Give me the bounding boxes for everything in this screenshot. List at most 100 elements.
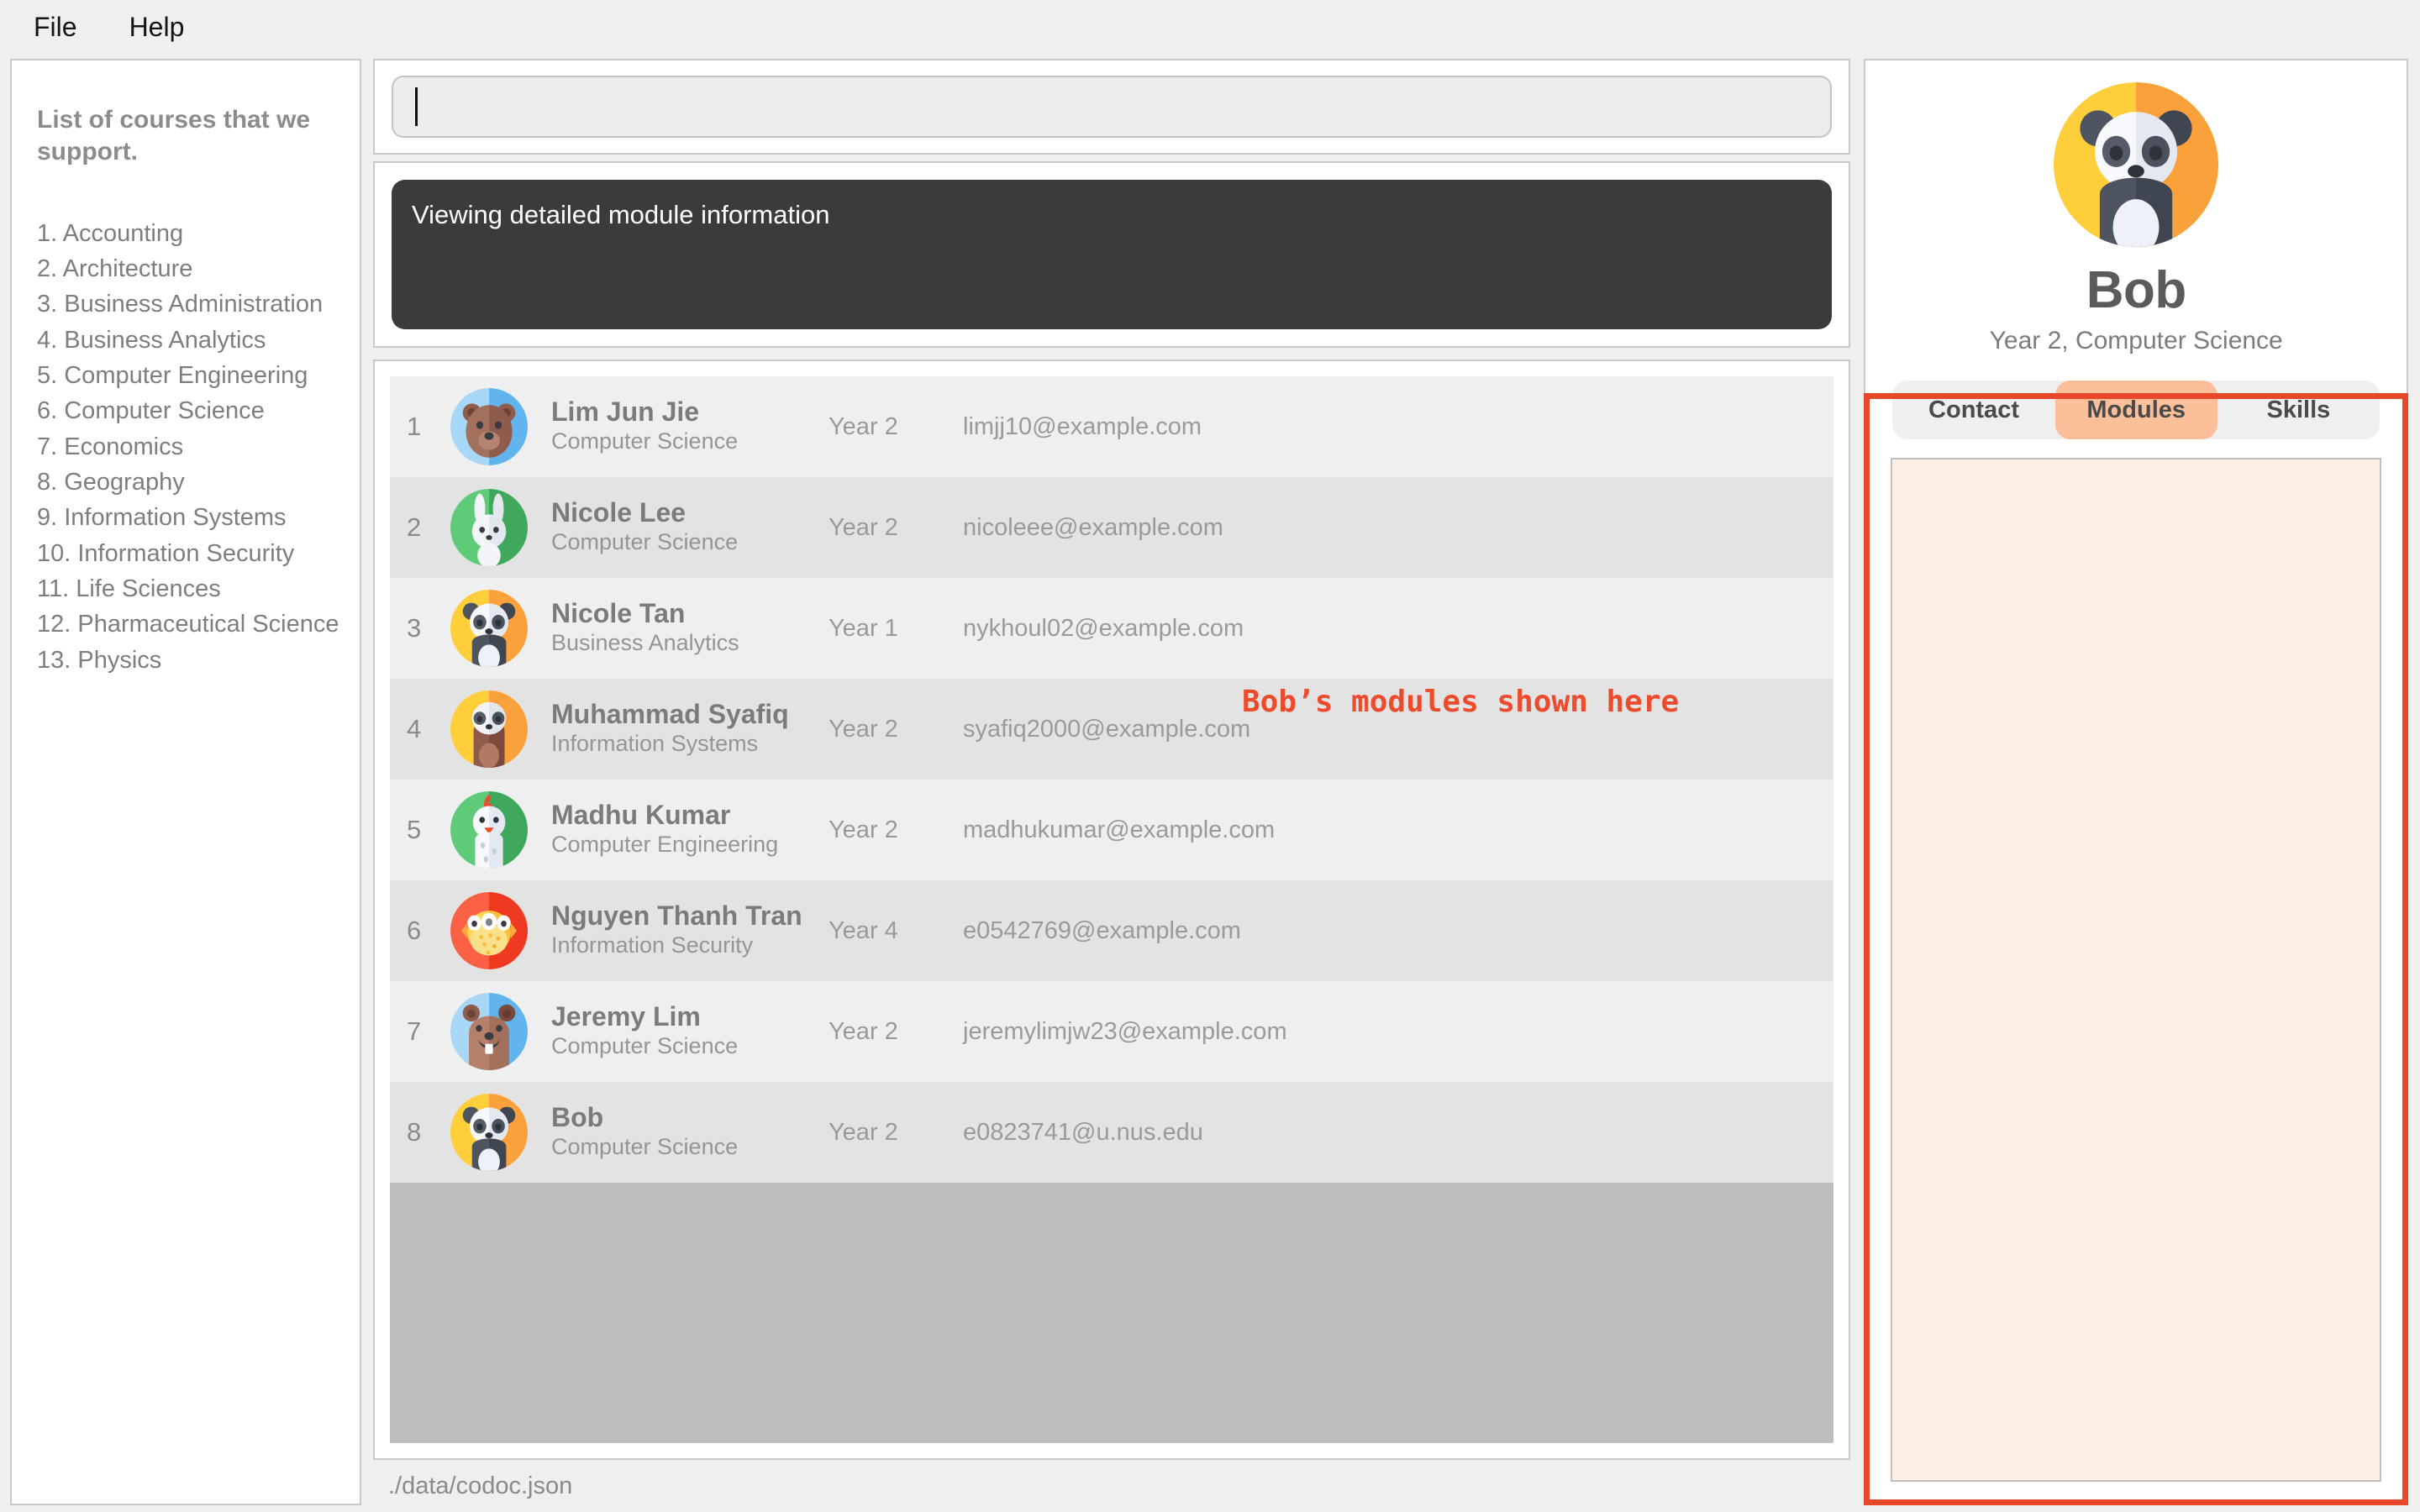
table-row[interactable]: 5 Madhu Kumar Computer Engineering Year … — [390, 780, 1834, 880]
row-course: Business Analytics — [551, 630, 739, 656]
row-email: jeremylimjw23@example.com — [963, 1017, 1287, 1045]
course-list-item: 8. Geography — [37, 469, 185, 496]
menu-bar: File Help — [0, 0, 2420, 54]
row-identity: Nicole Tan Business Analytics — [551, 597, 829, 659]
row-name: Madhu Kumar — [551, 799, 731, 830]
row-course: Computer Science — [551, 1033, 739, 1059]
row-name: Muhammad Syafiq — [551, 698, 789, 729]
row-year: Year 2 — [829, 715, 898, 743]
courses-sidebar: List of courses that we support. 1. Acco… — [10, 59, 361, 1505]
table-row[interactable]: 2 Nicole Lee Computer Science Year 2 nic… — [390, 477, 1834, 578]
status-bar: ./data/codoc.json — [373, 1460, 1850, 1512]
row-index: 2 — [407, 512, 422, 542]
table-row[interactable]: 6 Nguyen Thanh Tran Information Security… — [390, 880, 1834, 981]
student-list[interactable]: 1 Lim Jun Jie Computer Science Year 2 li… — [390, 376, 1834, 1443]
row-course: Computer Science — [551, 1134, 739, 1160]
menu-item-file[interactable]: File — [25, 8, 86, 46]
modules-content-area[interactable] — [1891, 458, 2381, 1482]
detail-tabs: Contact Modules Skills — [1892, 381, 2380, 439]
bear-avatar-icon — [450, 388, 528, 465]
row-identity: Muhammad Syafiq Information Systems — [551, 698, 829, 759]
table-row[interactable]: 4 Muhammad Syafiq Information Systems Ye… — [390, 679, 1834, 780]
course-list-item: 6. Computer Science — [37, 397, 265, 425]
row-name: Lim Jun Jie — [551, 396, 700, 427]
course-list-item: 1. Accounting — [37, 219, 184, 247]
tab-modules[interactable]: Modules — [2054, 381, 2217, 439]
row-course: Information Systems — [551, 731, 759, 757]
profile-header: Bob Year 2, Computer Science — [1865, 60, 2407, 355]
table-row[interactable]: 7 Jeremy Lim Computer Science Year 2 jer… — [390, 981, 1834, 1082]
row-identity: Nguyen Thanh Tran Information Security — [551, 900, 829, 961]
sloth-avatar-icon — [450, 690, 528, 768]
status-bar-path: ./data/codoc.json — [388, 1472, 573, 1499]
row-year: Year 1 — [829, 614, 898, 642]
row-year: Year 4 — [829, 916, 898, 944]
row-year: Year 2 — [829, 412, 898, 440]
menu-item-help[interactable]: Help — [121, 8, 193, 46]
detail-panel: Bob Year 2, Computer Science Contact Mod… — [1864, 59, 2408, 1505]
tab-contact[interactable]: Contact — [1892, 381, 2054, 439]
row-email: e0542769@example.com — [963, 916, 1241, 944]
row-identity: Madhu Kumar Computer Engineering — [551, 799, 829, 860]
row-email: nicoleee@example.com — [963, 513, 1223, 541]
row-course: Computer Engineering — [551, 832, 779, 858]
search-panel — [373, 59, 1851, 155]
profile-subtitle: Year 2, Computer Science — [1989, 327, 2283, 354]
course-list-item: 2. Architecture — [37, 255, 193, 283]
center-column: Viewing detailed module information 1 Li… — [373, 59, 1851, 1512]
rabbit-avatar-icon — [450, 489, 528, 566]
panda-avatar-icon — [450, 590, 528, 667]
course-list-item: 9. Information Systems — [37, 504, 287, 532]
course-list-item: 10. Information Security — [37, 539, 295, 567]
row-name: Nicole Tan — [551, 597, 686, 628]
row-index: 3 — [407, 613, 422, 643]
course-list-item: 5. Computer Engineering — [37, 362, 308, 390]
tab-skills[interactable]: Skills — [2217, 381, 2380, 439]
status-message-text: Viewing detailed module information — [412, 200, 830, 229]
row-year: Year 2 — [829, 816, 898, 843]
pufferfish-avatar-icon — [450, 892, 528, 969]
row-index: 7 — [407, 1016, 422, 1046]
table-row[interactable]: 3 Nicole Tan Business Analytics Year 1 n… — [390, 578, 1834, 679]
chicken-avatar-icon — [450, 791, 528, 869]
row-identity: Jeremy Lim Computer Science — [551, 1000, 829, 1062]
row-identity: Lim Jun Jie Computer Science — [551, 396, 829, 457]
course-list-item: 12. Pharmaceutical Science — [37, 611, 339, 638]
app-body: List of courses that we support. 1. Acco… — [0, 54, 2420, 1512]
course-list-item: 11. Life Sciences — [37, 575, 221, 603]
row-index: 5 — [407, 815, 422, 844]
row-email: limjj10@example.com — [963, 412, 1202, 440]
course-list-item: 4. Business Analytics — [37, 326, 266, 354]
row-year: Year 2 — [829, 1017, 898, 1045]
row-name: Jeremy Lim — [551, 1000, 701, 1032]
status-message-box: Viewing detailed module information — [392, 180, 1833, 329]
row-index: 1 — [407, 412, 422, 441]
course-list-item: 3. Business Administration — [37, 291, 324, 318]
row-email: madhukumar@example.com — [963, 816, 1276, 843]
row-email: nykhoul02@example.com — [963, 614, 1244, 642]
row-email: e0823741@u.nus.edu — [963, 1118, 1203, 1146]
row-course: Computer Science — [551, 428, 739, 454]
row-course: Information Security — [551, 932, 754, 958]
course-list-item: 13. Physics — [37, 646, 162, 674]
beaver-avatar-icon — [450, 993, 528, 1070]
row-name: Nguyen Thanh Tran — [551, 900, 802, 931]
row-name: Nicole Lee — [551, 496, 687, 528]
row-course: Computer Science — [551, 529, 739, 555]
sidebar-title: List of courses that we support. — [37, 106, 311, 166]
row-year: Year 2 — [829, 513, 898, 541]
row-email: syafiq2000@example.com — [963, 715, 1251, 743]
course-list-item: 7. Economics — [37, 433, 184, 460]
row-name: Bob — [551, 1101, 604, 1132]
row-identity: Bob Computer Science — [551, 1101, 829, 1163]
student-list-panel: 1 Lim Jun Jie Computer Science Year 2 li… — [373, 360, 1851, 1460]
table-row[interactable]: 8 Bob Computer Science Year 2 e0823741@u… — [390, 1082, 1834, 1183]
row-identity: Nicole Lee Computer Science — [551, 496, 829, 558]
row-year: Year 2 — [829, 1118, 898, 1146]
course-list: 1. Accounting 2. Architecture 3. Busines… — [37, 216, 339, 678]
row-index: 6 — [407, 916, 422, 945]
table-row[interactable]: 1 Lim Jun Jie Computer Science Year 2 li… — [390, 376, 1834, 477]
search-input[interactable] — [392, 76, 1833, 138]
panda-avatar-icon — [450, 1094, 528, 1171]
row-index: 4 — [407, 714, 422, 743]
